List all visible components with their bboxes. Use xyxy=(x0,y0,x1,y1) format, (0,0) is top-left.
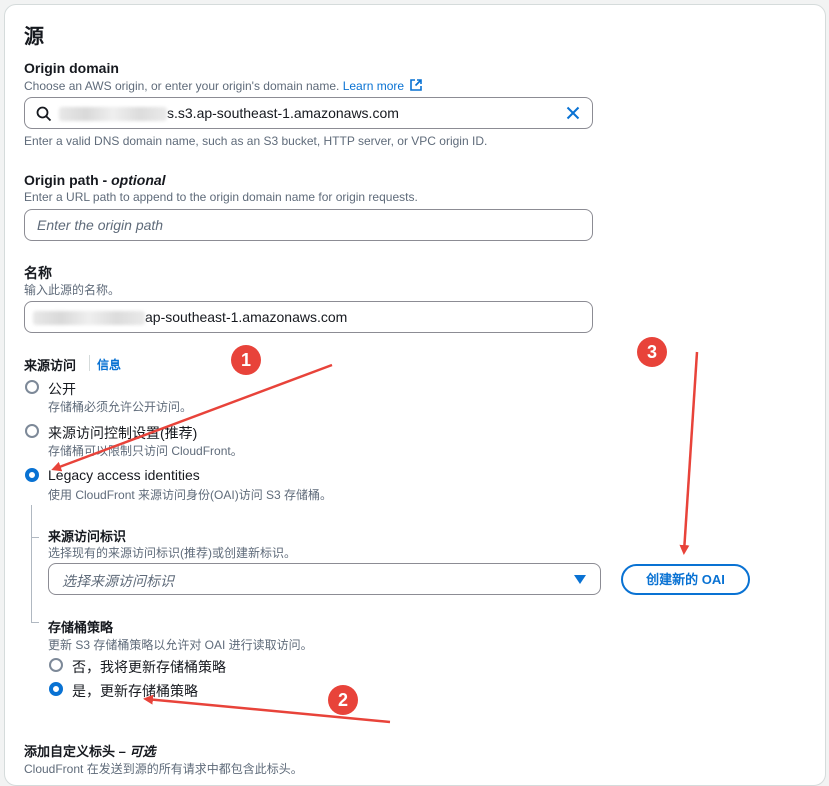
annotation-badge-2: 2 xyxy=(328,685,358,715)
annotation-badge-3: 3 xyxy=(637,337,667,367)
annotation-arrows xyxy=(51,351,699,724)
annotation-arrow-3 xyxy=(679,351,699,555)
annotation-badge-1: 1 xyxy=(231,345,261,375)
annotation-arrow-1 xyxy=(51,363,333,472)
